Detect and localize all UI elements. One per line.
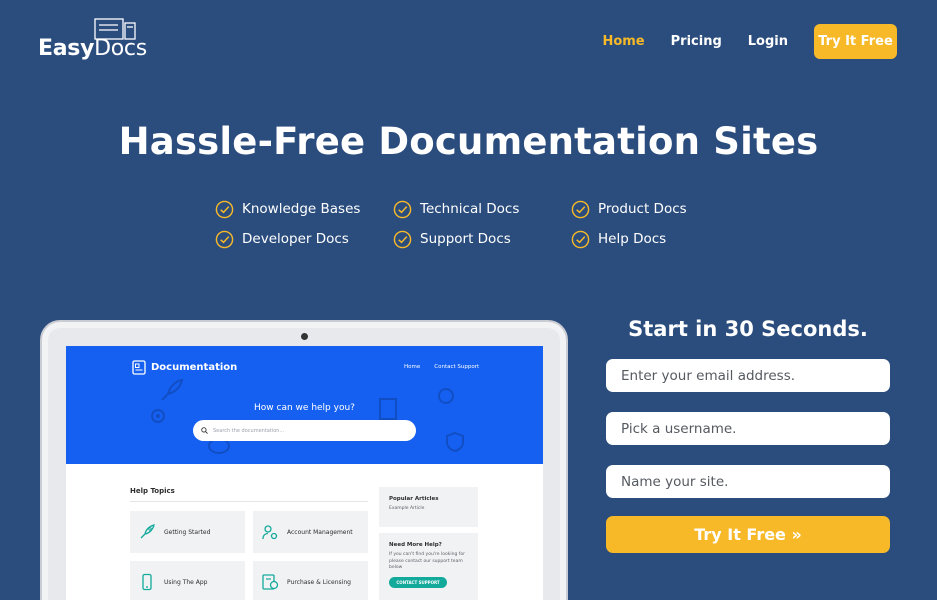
logo-text-light: Docs <box>94 36 147 61</box>
preview-topic-card[interactable]: Using The App <box>130 561 245 600</box>
username-field[interactable] <box>606 412 890 445</box>
popular-article-link[interactable]: Example Article <box>389 506 468 513</box>
rocket-icon <box>140 524 155 539</box>
preview-topic-card[interactable]: Account Management <box>253 511 368 553</box>
need-help-heading: Need More Help? <box>389 542 442 548</box>
feature-item: Knowledge Bases <box>215 199 393 219</box>
topic-label: Getting Started <box>164 528 211 536</box>
site-name-field[interactable] <box>606 465 890 498</box>
topic-label: Purchase & Licensing <box>287 578 351 586</box>
feature-label: Technical Docs <box>420 201 520 217</box>
feature-item: Technical Docs <box>393 199 571 219</box>
preview-search-input[interactable]: Search the documentation... <box>193 420 416 441</box>
popular-articles-heading: Popular Articles <box>389 496 439 502</box>
topic-label: Using The App <box>164 578 208 586</box>
preview-popular-articles: Popular Articles Example Article <box>379 487 478 527</box>
hero-title: Hassle-Free Documentation Sites <box>118 120 819 163</box>
user-gear-icon <box>262 525 278 540</box>
preview-hero: Documentation Home Contact Support How c… <box>66 346 543 464</box>
preview-brand[interactable]: Documentation <box>132 360 237 375</box>
feature-item: Help Docs <box>571 229 731 249</box>
logo-text: EasyDocs <box>38 36 147 61</box>
topic-label: Account Management <box>287 528 353 536</box>
check-circle-icon <box>393 230 412 248</box>
nav-pricing-link[interactable]: Pricing <box>671 34 722 49</box>
try-it-free-button[interactable]: Try It Free » <box>606 516 890 553</box>
nav-login-link[interactable]: Login <box>748 34 788 49</box>
feature-label: Knowledge Bases <box>242 201 361 217</box>
preview-help-topics-heading: Help Topics <box>130 487 175 495</box>
nav-home-link[interactable]: Home <box>602 34 644 49</box>
check-circle-icon <box>571 230 590 248</box>
signup-title: Start in 30 Seconds. <box>628 317 868 341</box>
preview-nav-contact[interactable]: Contact Support <box>434 364 479 370</box>
logo[interactable]: EasyDocs <box>38 18 148 66</box>
need-help-text: If you can't find you're looking for ple… <box>389 552 465 570</box>
license-dollar-icon <box>262 574 279 590</box>
preview-ask-heading: How can we help you? <box>254 403 355 413</box>
preview-topic-card[interactable]: Getting Started <box>130 511 245 553</box>
preview-need-help: Need More Help? If you can't find you're… <box>379 533 478 600</box>
documentation-icon <box>132 360 146 375</box>
feature-item: Product Docs <box>571 199 731 219</box>
laptop-preview: Documentation Home Contact Support How c… <box>40 320 568 600</box>
check-circle-icon <box>215 200 234 218</box>
feature-item: Support Docs <box>393 229 571 249</box>
feature-label: Developer Docs <box>242 231 349 247</box>
shield-decoration-icon <box>446 431 464 453</box>
feature-label: Product Docs <box>598 201 687 217</box>
check-circle-icon <box>215 230 234 248</box>
laptop-screen: Documentation Home Contact Support How c… <box>66 346 543 600</box>
logo-text-bold: Easy <box>38 36 95 61</box>
preview-nav: Home Contact Support <box>404 364 493 370</box>
main-nav: Home Pricing Login Try It Free <box>602 24 897 59</box>
feature-list: Knowledge Bases Technical Docs Product D… <box>215 199 735 249</box>
feature-label: Support Docs <box>420 231 511 247</box>
preview-brand-label: Documentation <box>151 362 238 373</box>
check-circle-icon <box>571 200 590 218</box>
contact-support-button[interactable]: CONTACT SUPPORT <box>389 576 447 588</box>
email-field[interactable] <box>606 359 890 392</box>
check-circle-icon <box>393 200 412 218</box>
feature-item: Developer Docs <box>215 229 393 249</box>
preview-topic-card[interactable]: Purchase & Licensing <box>253 561 368 600</box>
search-icon <box>201 427 208 434</box>
mobile-phone-icon <box>142 573 152 591</box>
preview-nav-home[interactable]: Home <box>404 364 420 370</box>
laptop-camera <box>301 333 308 340</box>
rocket-decoration-icon <box>161 378 184 401</box>
feature-label: Help Docs <box>598 231 667 247</box>
nav-try-free-button[interactable]: Try It Free <box>814 24 897 59</box>
divider <box>130 501 368 502</box>
preview-search-placeholder: Search the documentation... <box>213 427 285 434</box>
